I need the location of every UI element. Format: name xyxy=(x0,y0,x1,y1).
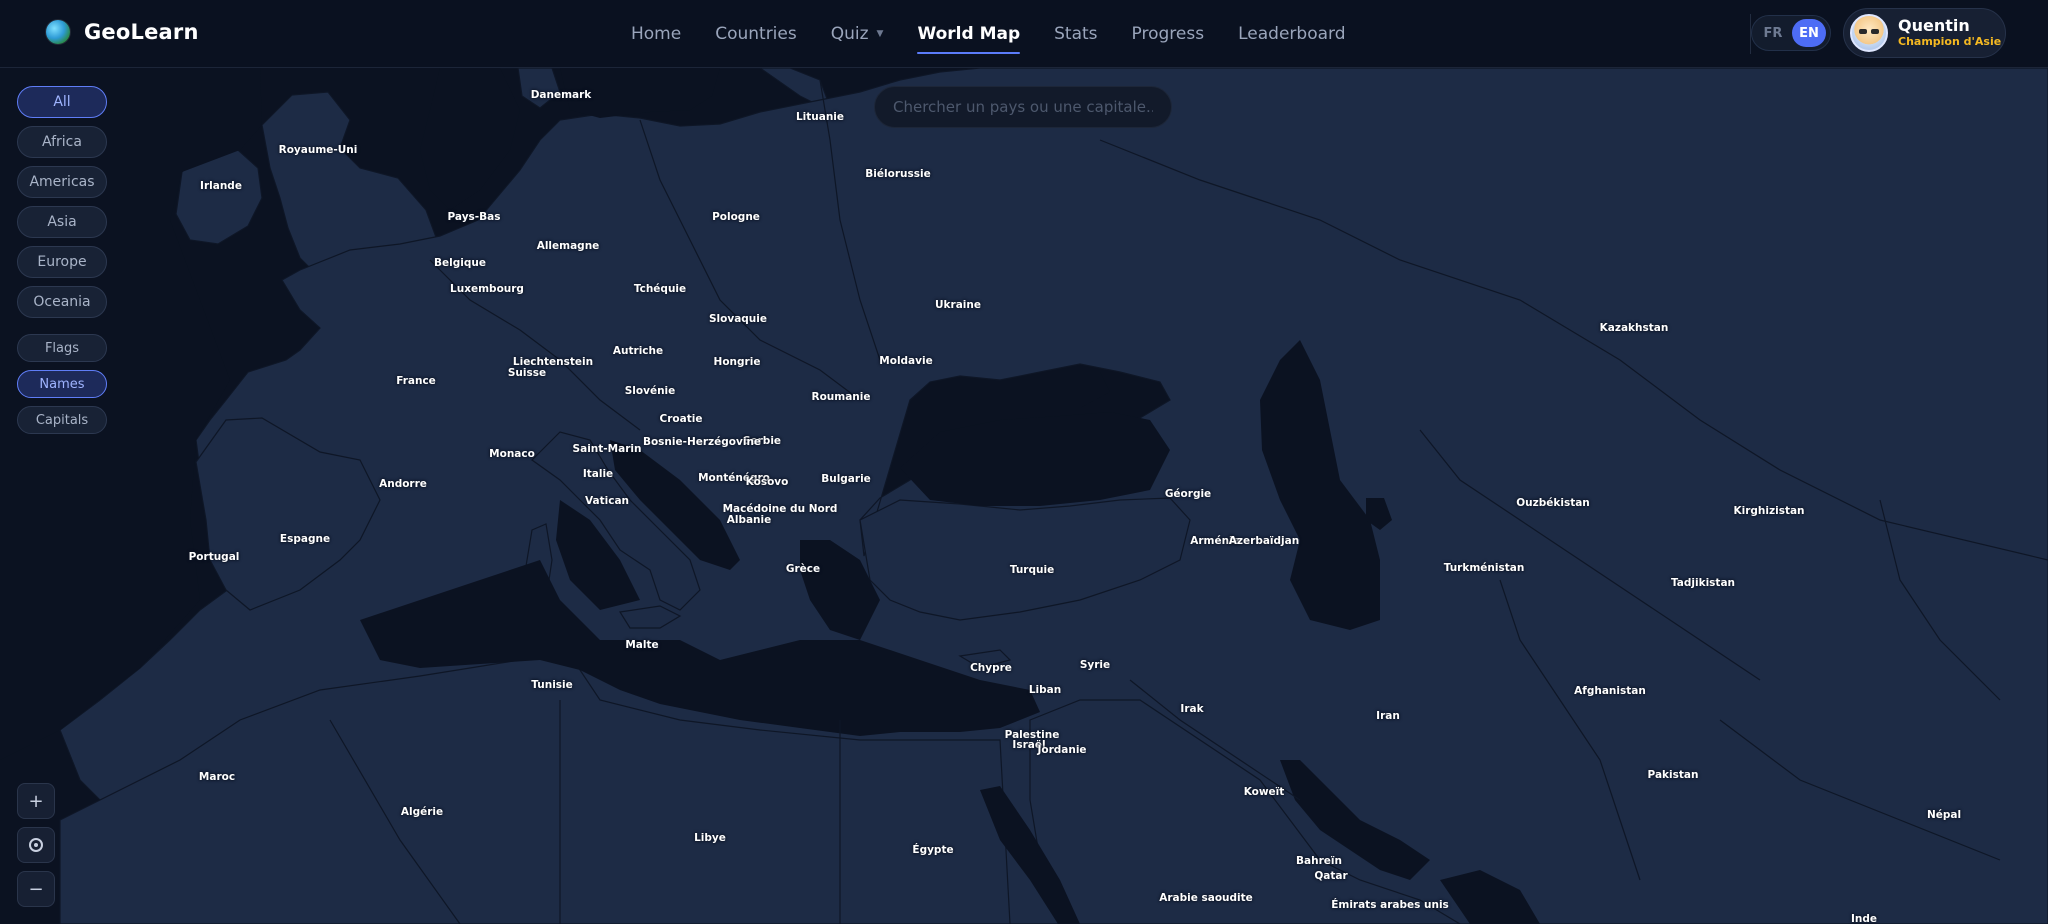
avatar xyxy=(1850,14,1888,52)
filter-gap xyxy=(17,326,109,334)
world-map[interactable]: Danemark Lituanie Royaume-Uni Irlande Bi… xyxy=(0,68,2048,924)
zoom-controls: + − xyxy=(17,783,55,915)
filter-all[interactable]: All xyxy=(17,86,107,118)
brand-logo[interactable]: GeoLearn xyxy=(46,20,199,44)
user-name: Quentin xyxy=(1898,16,1970,36)
lang-fr-button[interactable]: FR xyxy=(1756,19,1790,47)
mode-names[interactable]: Names xyxy=(17,370,107,398)
nav-stats[interactable]: Stats xyxy=(1054,0,1097,67)
language-switch: FR EN xyxy=(1751,15,1831,51)
filter-americas[interactable]: Americas xyxy=(17,166,107,198)
filter-asia[interactable]: Asia xyxy=(17,206,107,238)
mode-capitals[interactable]: Capitals xyxy=(17,406,107,434)
user-rank: Champion d'Asie xyxy=(1898,34,2002,48)
nav-progress[interactable]: Progress xyxy=(1132,0,1205,67)
recenter-button[interactable] xyxy=(17,827,55,863)
target-icon xyxy=(29,838,43,852)
minus-icon: − xyxy=(28,878,44,900)
nav-leaderboard-label: Leaderboard xyxy=(1238,23,1346,44)
nav-home-label: Home xyxy=(631,23,682,44)
filter-europe[interactable]: Europe xyxy=(17,246,107,278)
mode-flags[interactable]: Flags xyxy=(17,334,107,362)
main-nav: Home Countries Quiz ▼ World Map Stats Pro… xyxy=(631,0,1380,67)
nav-quiz[interactable]: Quiz ▼ xyxy=(831,0,884,67)
nav-home[interactable]: Home xyxy=(631,0,681,67)
lang-en-button[interactable]: EN xyxy=(1792,19,1826,47)
filter-africa[interactable]: Africa xyxy=(17,126,107,158)
search-input[interactable] xyxy=(874,86,1172,128)
globe-icon xyxy=(46,20,70,44)
plus-icon: + xyxy=(28,790,44,812)
zoom-out-button[interactable]: − xyxy=(17,871,55,907)
app-name: GeoLearn xyxy=(84,20,199,44)
top-navigation-bar: GeoLearn Home Countries Quiz ▼ World Map … xyxy=(0,0,2048,68)
nav-leaderboard[interactable]: Leaderboard xyxy=(1238,0,1345,67)
filter-oceania[interactable]: Oceania xyxy=(17,286,107,318)
nav-world-map[interactable]: World Map xyxy=(917,0,1020,67)
nav-stats-label: Stats xyxy=(1054,23,1098,44)
map-canvas[interactable] xyxy=(0,68,2048,924)
user-profile-button[interactable]: Quentin Champion d'Asie xyxy=(1843,8,2006,58)
nav-countries[interactable]: Countries xyxy=(715,0,797,67)
nav-quiz-label: Quiz xyxy=(830,23,869,44)
nav-world-map-label: World Map xyxy=(917,23,1021,44)
zoom-in-button[interactable]: + xyxy=(17,783,55,819)
filter-panel: All Africa Americas Asia Europe Oceania … xyxy=(17,86,109,442)
chevron-down-icon: ▼ xyxy=(876,28,884,39)
nav-countries-label: Countries xyxy=(715,23,797,44)
nav-progress-label: Progress xyxy=(1131,23,1205,44)
